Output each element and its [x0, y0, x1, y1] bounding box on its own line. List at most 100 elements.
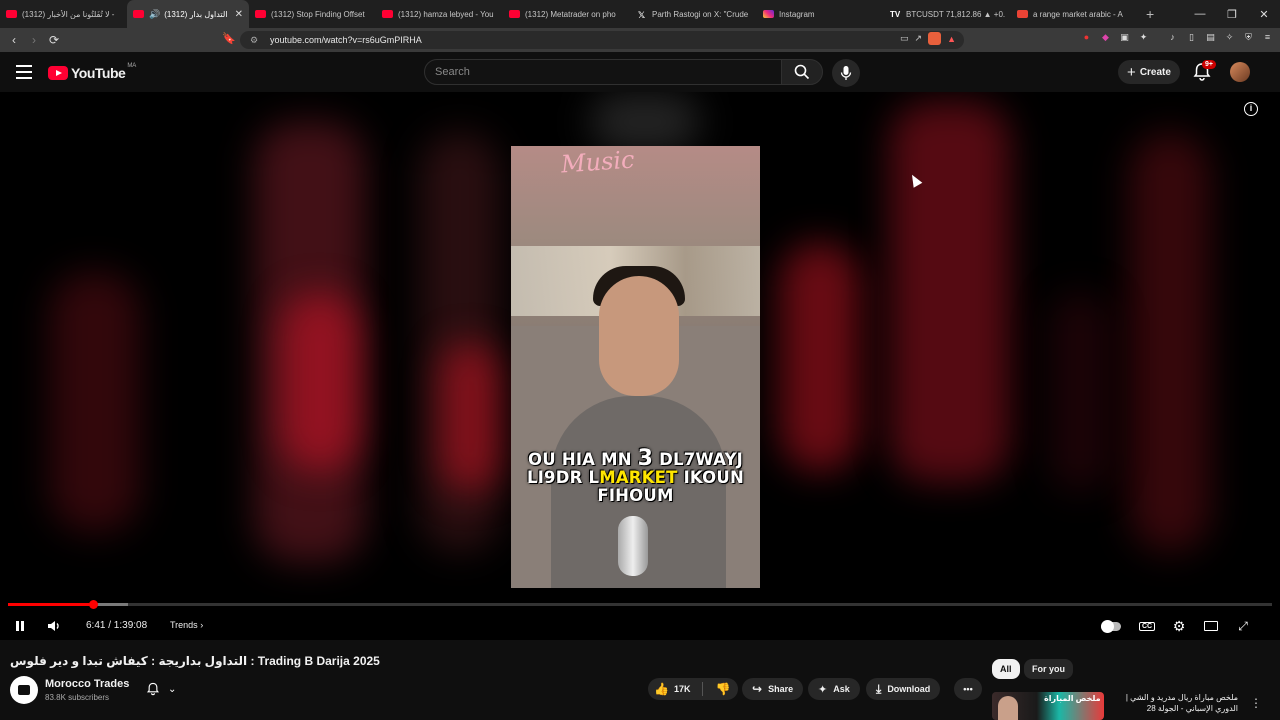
media-icon[interactable]: ♪ [1166, 31, 1179, 44]
menu-icon[interactable]: ≡ [1261, 31, 1274, 44]
brave-rewards-icon[interactable]: ▲ [947, 34, 956, 44]
pause-button[interactable] [10, 616, 30, 636]
youtube-icon [382, 10, 393, 18]
chip-for-you[interactable]: For you [1024, 659, 1073, 679]
search-input[interactable]: Search [424, 59, 782, 85]
thumbs-down-icon: 👎 [715, 682, 731, 696]
search-button[interactable] [781, 59, 823, 85]
subtitles-button[interactable]: CC [1137, 616, 1157, 636]
subscription-bell-button[interactable]: ⌄ [140, 678, 186, 700]
browser-tab[interactable]: (1312) hamza lebyed - You [376, 0, 503, 28]
leo-icon[interactable]: ✧ [1223, 31, 1236, 44]
more-actions-button[interactable]: ••• [954, 678, 982, 700]
browser-tab[interactable]: TV BTCUSDT 71,812.86 ▲ +0. [884, 0, 1011, 28]
extension-icon[interactable]: ● [1080, 31, 1093, 44]
create-button[interactable]: + Create [1118, 60, 1180, 84]
speaker-icon[interactable]: 🔊 [149, 9, 160, 20]
theater-icon [1204, 621, 1218, 631]
channel-name[interactable]: Morocco Trades [45, 678, 129, 690]
recommended-video-title[interactable]: ملخص مباراة ريال مدريد و الشي | الدوري ا… [1108, 692, 1238, 714]
settings-button[interactable]: ⚙ [1169, 616, 1189, 636]
caption-text: OU HIA MN [528, 450, 638, 469]
download-label: Download [887, 684, 931, 694]
neon-sign: Music [560, 146, 636, 179]
address-bar: ‹ › ⟳ 🔖 ⚙ youtube.com/watch?v=rs6uGmPIRH… [0, 28, 1280, 52]
tab-title: BTCUSDT 71,812.86 ▲ +0. [906, 9, 1005, 19]
youtube-logo[interactable]: YouTube MA [48, 63, 136, 81]
browser-tab[interactable]: (1312) لا تُفَلْتُونا من الأخبار - [0, 0, 127, 28]
voice-search-button[interactable] [832, 59, 860, 87]
scrubber-handle[interactable] [88, 600, 98, 609]
share-icon: ↪ [752, 682, 763, 696]
autoplay-toggle[interactable] [1101, 616, 1121, 636]
maximize-icon[interactable]: ❐ [1216, 0, 1248, 28]
caption-text: FIHOUM [597, 486, 674, 505]
vpn-icon[interactable]: ⛨ [1242, 31, 1255, 44]
share-label: Share [768, 684, 794, 694]
more-vertical-icon[interactable]: ⋮ [1250, 696, 1262, 710]
volume-button[interactable] [44, 616, 64, 636]
chapter-button[interactable]: Trends › [170, 620, 203, 630]
forward-icon[interactable]: › [24, 29, 44, 51]
close-window-icon[interactable]: ✕ [1248, 0, 1280, 28]
extension-icon[interactable]: ◆ [1099, 31, 1112, 44]
more-horizontal-icon: ••• [963, 684, 973, 694]
back-icon[interactable]: ‹ [4, 29, 24, 51]
minimize-icon[interactable]: — [1184, 0, 1216, 28]
cast-icon[interactable]: ▭ [900, 33, 909, 44]
video-details: التداول بداريجة : كيفاش تبدا و دير فلوس … [0, 640, 1280, 720]
video-caption: OU HIA MN 3 DL7WAYJ LI9DR LMARKET IKOUN … [511, 448, 760, 505]
youtube-play-icon [48, 66, 68, 80]
chevron-right-icon: › [200, 620, 204, 630]
browser-tab[interactable]: 𝕏 Parth Rastogi on X: "Crude [630, 0, 757, 28]
pause-icon [16, 621, 24, 631]
chip-all[interactable]: All [992, 659, 1020, 679]
browser-tab[interactable]: a range market arabic - A [1011, 0, 1138, 28]
site-info-icon[interactable]: ⚙ [250, 35, 264, 46]
browser-tab-active[interactable]: 🔊 (1312) التداول بدار ✕ [127, 0, 249, 28]
puzzle-icon[interactable]: ✦ [1137, 31, 1150, 44]
theater-mode-button[interactable] [1201, 616, 1221, 636]
download-button[interactable]: ⤓ Download [866, 678, 941, 700]
tab-title: (1312) لا تُفَلْتُونا من الأخبار - [22, 9, 115, 19]
account-avatar[interactable] [1230, 62, 1250, 82]
download-icon: ⤓ [876, 681, 882, 696]
volume-icon [48, 621, 59, 631]
recommended-video-thumbnail[interactable]: ملخص المباراة [992, 692, 1104, 720]
tradingview-icon: TV [890, 10, 901, 19]
youtube-icon [509, 10, 520, 18]
share-page-icon[interactable]: ↗ [915, 33, 923, 44]
youtube-header: YouTube MA Search + Create 9+ [0, 52, 1280, 92]
fullscreen-button[interactable]: ⤢ [1233, 616, 1253, 636]
reload-icon[interactable]: ⟳ [44, 29, 64, 51]
google-icon [1017, 10, 1028, 18]
browser-tab[interactable]: (1312) Stop Finding Offset [249, 0, 376, 28]
dislike-button[interactable]: 👎 [715, 682, 730, 696]
url-field[interactable]: ⚙ youtube.com/watch?v=rs6uGmPIRHA ▭ ↗ ▲ [240, 31, 964, 49]
subscriber-count: 83.8K subscribers [45, 693, 110, 702]
search-placeholder: Search [435, 66, 470, 78]
progress-bar[interactable] [8, 600, 1272, 609]
x-icon: 𝕏 [637, 10, 646, 20]
brave-shield-icon[interactable] [928, 32, 942, 45]
new-tab-button[interactable]: + [1138, 6, 1162, 22]
share-button[interactable]: ↪ Share [742, 678, 804, 700]
fullscreen-icon: ⤢ [1238, 618, 1248, 633]
ask-button[interactable]: ✦ Ask [808, 678, 860, 700]
chip-label: All [1000, 664, 1012, 674]
channel-avatar[interactable] [10, 676, 38, 704]
search-icon [794, 64, 810, 80]
browser-tab[interactable]: (1312) Metatrader on pho [503, 0, 630, 28]
divider [702, 682, 704, 696]
like-button[interactable]: 👍 17K [654, 682, 690, 696]
wallet-icon[interactable]: ▤ [1204, 31, 1217, 44]
hamburger-menu-icon[interactable] [16, 65, 32, 79]
info-icon[interactable]: i [1244, 102, 1258, 116]
close-icon[interactable]: ✕ [235, 9, 243, 20]
browser-tab[interactable]: Instagram [757, 0, 884, 28]
sidebar-icon[interactable]: ▯ [1185, 31, 1198, 44]
video-player[interactable]: Music OU HIA MN 3 DL7WAYJ LI9DR LMARKET … [0, 92, 1280, 640]
extension-icon[interactable]: ▣ [1118, 31, 1131, 44]
bookmark-icon[interactable]: 🔖 [222, 32, 236, 45]
tab-title: (1312) التداول بدار [164, 9, 228, 19]
